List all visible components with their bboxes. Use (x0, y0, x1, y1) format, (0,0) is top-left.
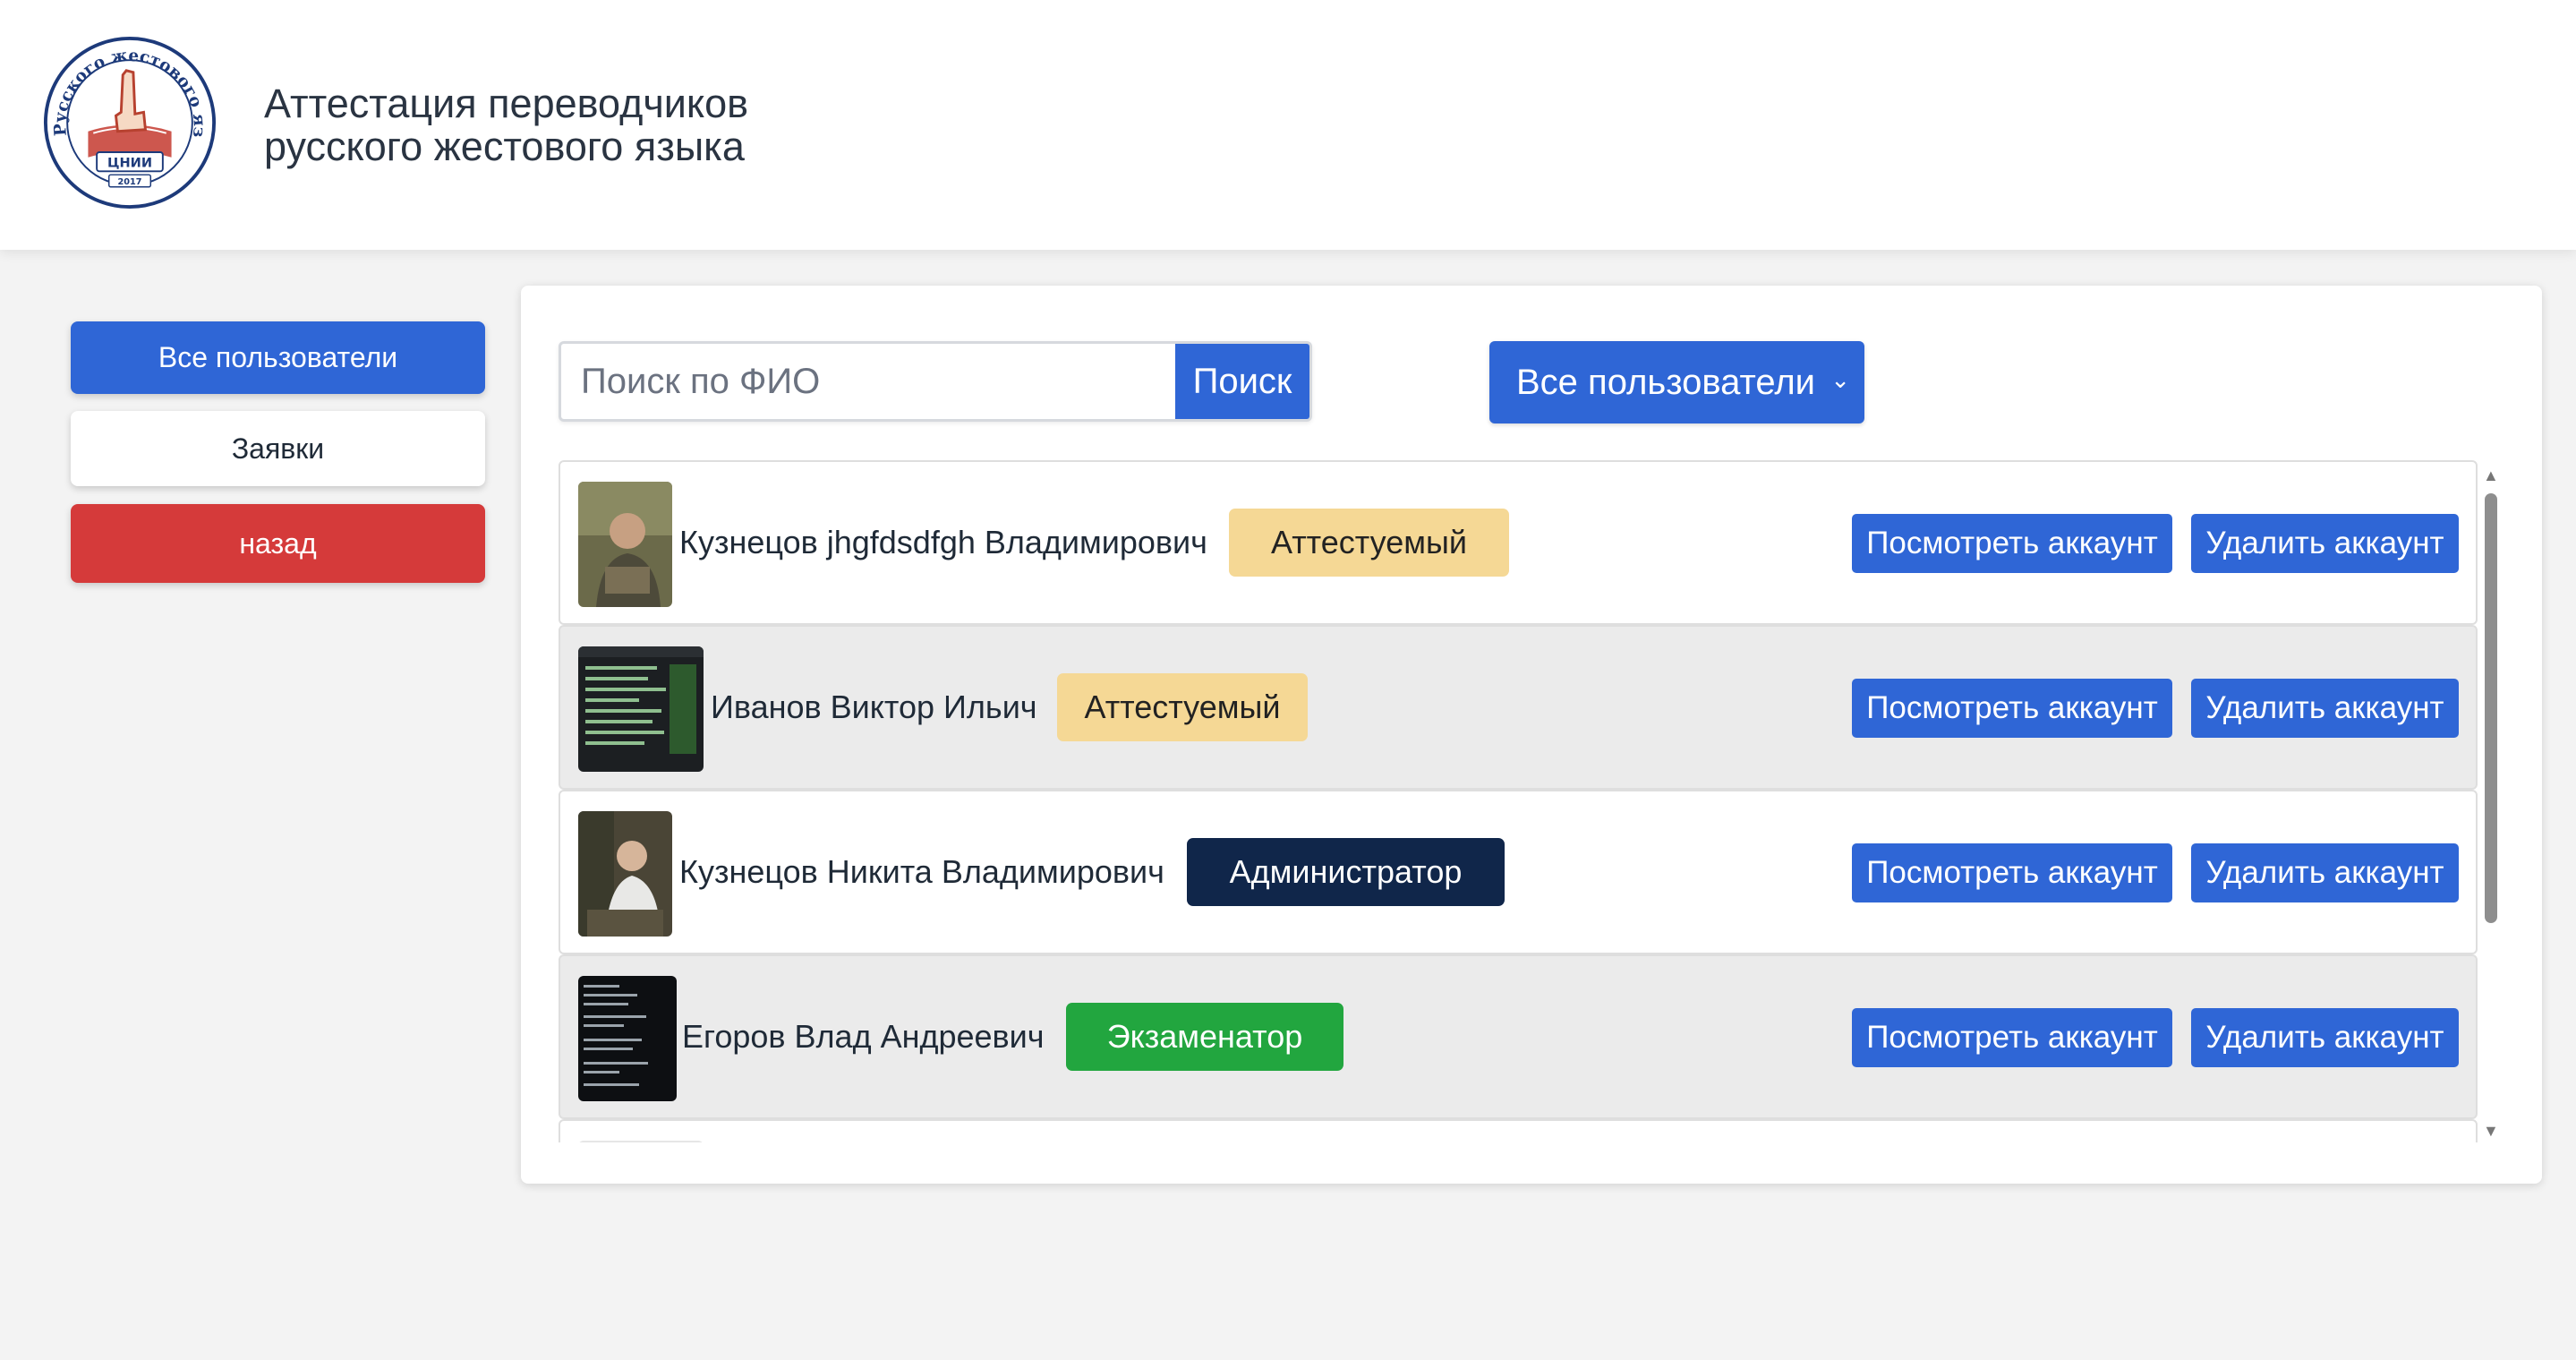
view-account-button[interactable]: Посмотреть аккаунт (1852, 514, 2172, 573)
view-account-button[interactable]: Посмотреть аккаунт (1852, 843, 2172, 902)
scroll-up-arrow-icon[interactable]: ▲ (2483, 466, 2499, 485)
site-title: Аттестация переводчиков русского жестово… (264, 82, 748, 168)
delete-account-button[interactable]: Удалить аккаунт (2191, 679, 2459, 738)
role-badge: Администратор (1187, 838, 1505, 906)
role-filter-value: Все пользователи (1516, 362, 1816, 402)
role-filter-select[interactable]: Все пользователи ⌄ (1489, 341, 1864, 423)
role-badge: Экзаменатор (1066, 1003, 1343, 1071)
view-account-button[interactable]: Посмотреть аккаунт (1852, 1008, 2172, 1067)
user-row: Иванов Виктор Ильич Аттестуемый Посмотре… (559, 625, 2478, 790)
user-row (559, 1119, 2478, 1142)
user-name: Кузнецов jhgfdsdfgh Владимирович (679, 524, 1207, 560)
user-list[interactable]: Кузнецов jhgfdsdfgh Владимирович Аттесту… (559, 460, 2478, 1142)
site-title-line2: русского жестового языка (264, 124, 745, 169)
organization-logo[interactable]: Русского жестового языка ЦНИИ 2017 (43, 36, 217, 210)
site-title-line1: Аттестация переводчиков (264, 81, 749, 126)
delete-account-button[interactable]: Удалить аккаунт (2191, 1008, 2459, 1067)
chevron-down-icon: ⌄ (1830, 366, 1850, 393)
user-avatar[interactable] (578, 811, 672, 937)
user-avatar[interactable] (578, 1141, 704, 1142)
user-avatar[interactable] (578, 976, 677, 1101)
scrollbar-thumb[interactable] (2485, 493, 2497, 923)
users-panel: Поиск Все пользователи ⌄ Кузнецов jhgfds… (521, 286, 2542, 1184)
app-header: Русского жестового языка ЦНИИ 2017 Аттес… (0, 0, 2576, 250)
user-name: Иванов Виктор Ильич (711, 689, 1037, 725)
delete-account-button[interactable]: Удалить аккаунт (2191, 514, 2459, 573)
view-account-button[interactable]: Посмотреть аккаунт (1852, 679, 2172, 738)
search-bar: Поиск (559, 341, 1312, 422)
user-name: Егоров Влад Андреевич (682, 1018, 1045, 1055)
delete-account-button[interactable]: Удалить аккаунт (2191, 843, 2459, 902)
user-avatar[interactable] (578, 646, 704, 772)
role-badge: Аттестуемый (1229, 509, 1509, 577)
search-button[interactable]: Поиск (1175, 344, 1309, 419)
svg-text:2017: 2017 (118, 177, 142, 187)
role-badge: Аттестуемый (1057, 673, 1308, 741)
user-row: Кузнецов Никита Владимирович Администрат… (559, 790, 2478, 954)
svg-text:ЦНИИ: ЦНИИ (107, 155, 152, 170)
back-button[interactable]: назад (71, 504, 485, 583)
user-row: Кузнецов jhgfdsdfgh Владимирович Аттесту… (559, 460, 2478, 625)
user-avatar[interactable] (578, 482, 672, 607)
user-name: Кузнецов Никита Владимирович (679, 853, 1164, 890)
sidebar-item-all-users[interactable]: Все пользователи (71, 321, 485, 394)
search-input[interactable] (561, 344, 1211, 419)
scroll-down-arrow-icon[interactable]: ▼ (2483, 1122, 2499, 1141)
sidebar-item-requests[interactable]: Заявки (71, 411, 485, 486)
user-row: Егоров Влад Андреевич Экзаменатор Посмот… (559, 954, 2478, 1119)
